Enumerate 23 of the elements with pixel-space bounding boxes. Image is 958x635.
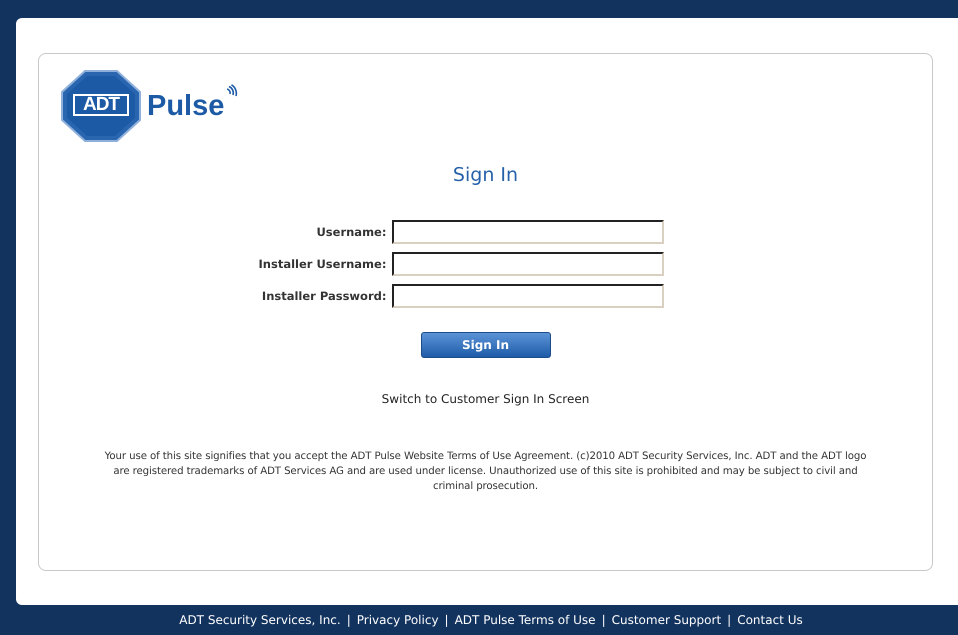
separator: | — [346, 613, 351, 627]
separator: | — [444, 613, 449, 627]
footer-link[interactable]: Privacy Policy — [356, 613, 439, 627]
separator: | — [727, 613, 732, 627]
logo-wordmark: Pulse — [147, 90, 224, 122]
input-field[interactable] — [392, 220, 664, 244]
field-label: Installer Password: — [260, 289, 386, 303]
separator: | — [602, 613, 606, 627]
footer-link[interactable]: Customer Support — [612, 613, 722, 627]
input-field[interactable] — [392, 252, 664, 276]
field-label: Installer Username: — [258, 257, 386, 271]
legal-notice: Your use of this site signifies that you accept the ADT Pulse Website Terms of Use Agreement. (c)2010 ADT Security Services, Inc. ADT and the ADT logo are registered trademarks of ADT Services AG and are used under license. Unauthorized use of this site is prohibited and may be subject to civil and criminal prosecution. — [104, 450, 868, 494]
footer-link[interactable]: ADT Security Services, Inc. — [179, 613, 341, 627]
signal-icon — [224, 84, 238, 98]
logo-badge-text: ADT — [73, 94, 129, 116]
octagon-icon — [61, 70, 141, 142]
page-heading: Sign In — [452, 164, 518, 186]
field-label: Username: — [315, 225, 386, 239]
sign-in-button[interactable]: Sign In — [420, 332, 550, 358]
footer-link[interactable]: ADT Pulse Terms of Use — [454, 613, 596, 627]
input-field[interactable] — [392, 284, 664, 308]
footer-link[interactable]: Contact Us — [737, 613, 803, 627]
switch-link[interactable]: Switch to Customer Sign In Screen — [382, 392, 590, 406]
